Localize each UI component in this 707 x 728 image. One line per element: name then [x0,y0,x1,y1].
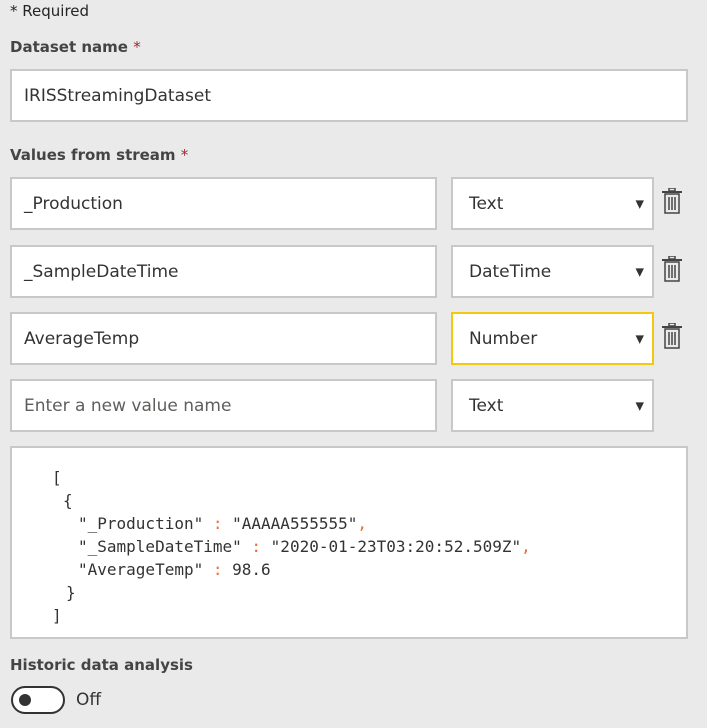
value-type-text: Text [469,193,504,214]
required-star: * [10,2,18,20]
json-value: "2020-01-23T03:20:52.509Z" [270,537,522,556]
new-value-name-input[interactable]: Enter a new value name [10,379,437,432]
value-type-text: Number [469,328,538,349]
json-key: "AverageTemp" [78,560,204,579]
json-separator: : [203,560,233,579]
value-type-text: Text [469,395,504,416]
value-type-select[interactable]: DateTime ▼ [451,245,654,298]
json-preview-box[interactable]: [ { "_Production" : "AAAAA555555", "_Sam… [10,446,688,639]
delete-trash-icon[interactable] [661,188,683,214]
value-type-select[interactable]: Number ▼ [451,312,654,365]
historic-analysis-toggle[interactable] [11,686,65,714]
json-open-bracket: [ [52,468,62,487]
value-name-text: _SampleDateTime [24,261,179,282]
dropdown-caret-icon: ▼ [635,332,644,345]
historic-analysis-label: Historic data analysis [10,656,193,674]
required-star: * [180,146,189,164]
json-key: "_Production" [78,514,204,533]
value-name-input[interactable]: AverageTemp [10,312,437,365]
json-open-brace: { [63,491,73,510]
json-line: "_SampleDateTime" : "2020-01-23T03:20:52… [78,535,531,558]
json-separator: : [203,514,233,533]
value-name-text: _Production [24,193,123,214]
values-from-stream-label: Values from stream * [10,146,188,164]
dataset-name-label: Dataset name * [10,38,141,56]
new-value-type-select[interactable]: Text ▼ [451,379,654,432]
required-note: * Required [10,2,89,20]
dataset-name-input[interactable]: IRISStreamingDataset [10,69,688,122]
values-from-stream-label-text: Values from stream [10,146,176,164]
required-text: Required [17,2,90,20]
dataset-name-label-text: Dataset name [10,38,128,56]
json-comma: , [521,537,531,556]
dropdown-caret-icon: ▼ [635,399,644,412]
toggle-state-label: Off [76,690,102,710]
value-name-input[interactable]: _Production [10,177,437,230]
json-close-brace: } [66,583,76,602]
toggle-knob [19,694,31,706]
json-line: "_Production" : "AAAAA555555", [78,512,367,535]
value-type-select[interactable]: Text ▼ [451,177,654,230]
value-name-input[interactable]: _SampleDateTime [10,245,437,298]
delete-trash-icon[interactable] [661,323,683,349]
dropdown-caret-icon: ▼ [635,265,644,278]
json-key: "_SampleDateTime" [78,537,242,556]
new-value-placeholder: Enter a new value name [24,395,232,416]
json-close-bracket: ] [52,606,62,625]
value-name-text: AverageTemp [24,328,140,349]
dataset-name-value: IRISStreamingDataset [24,85,211,106]
value-type-text: DateTime [469,261,552,282]
required-star: * [133,38,141,56]
json-value: "AAAAA555555" [232,514,358,533]
json-comma: , [357,514,368,533]
delete-trash-icon[interactable] [661,256,683,282]
dropdown-caret-icon: ▼ [635,197,644,210]
json-line: "AverageTemp" : 98.6 [78,558,271,581]
json-value: 98.6 [232,560,271,579]
json-separator: : [241,537,271,556]
